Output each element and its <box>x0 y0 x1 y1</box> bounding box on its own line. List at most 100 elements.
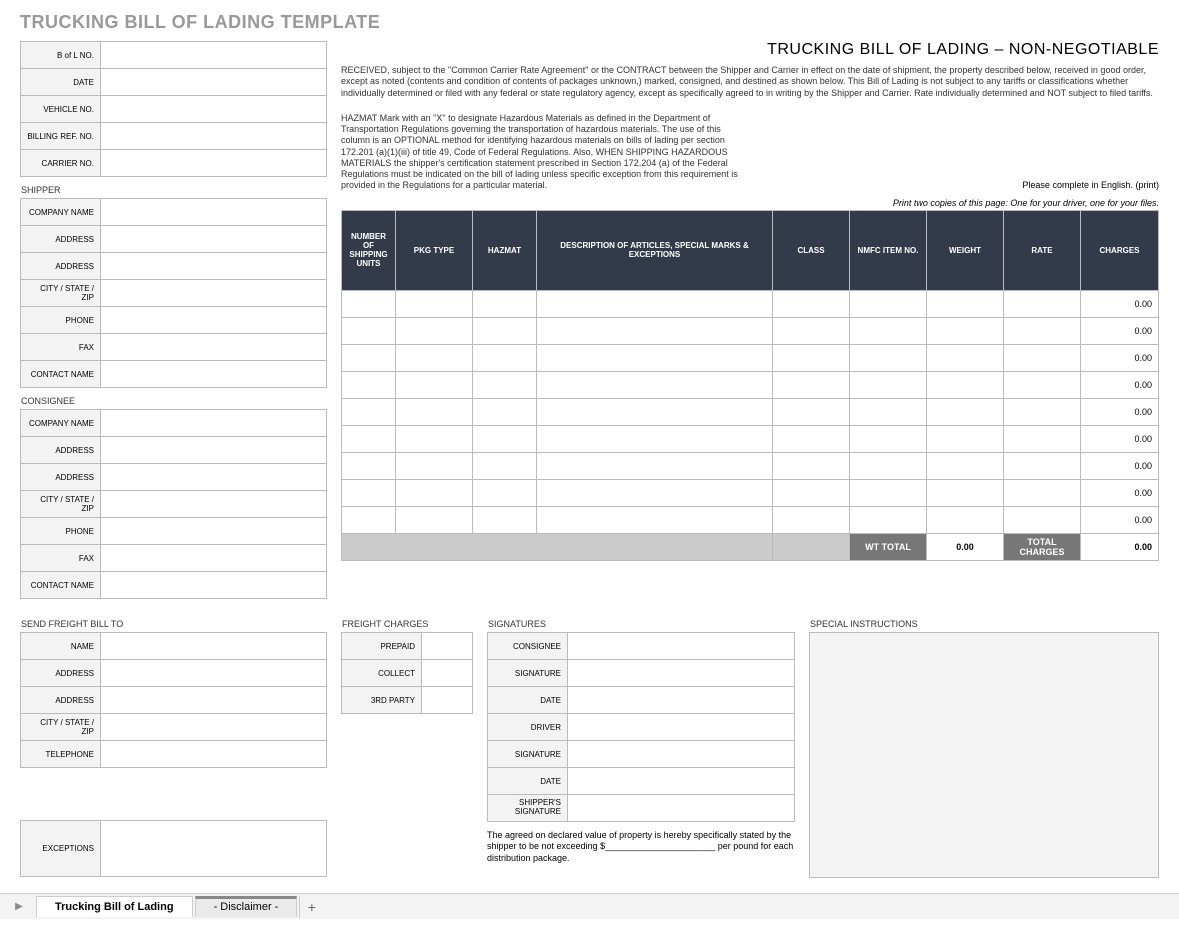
table-cell[interactable] <box>473 398 537 425</box>
tab-add-icon[interactable]: + <box>299 896 323 918</box>
table-cell[interactable] <box>342 479 396 506</box>
special-instructions-box[interactable] <box>809 632 1159 878</box>
table-cell[interactable] <box>537 371 773 398</box>
table-cell[interactable] <box>773 479 850 506</box>
table-cell[interactable] <box>927 452 1004 479</box>
table-cell[interactable] <box>537 452 773 479</box>
table-cell[interactable] <box>927 398 1004 425</box>
table-cell[interactable] <box>927 506 1004 533</box>
input-sendto-city[interactable] <box>101 714 327 741</box>
table-cell[interactable] <box>773 371 850 398</box>
input-consignee-addr1[interactable] <box>101 437 327 464</box>
table-cell[interactable] <box>850 290 927 317</box>
table-cell[interactable] <box>473 479 537 506</box>
table-cell[interactable] <box>342 398 396 425</box>
input-collect[interactable] <box>422 660 473 687</box>
input-consignee-city[interactable] <box>101 491 327 518</box>
input-shipper-contact[interactable] <box>101 361 327 388</box>
table-cell[interactable] <box>537 425 773 452</box>
input-sig-driver[interactable] <box>568 714 795 741</box>
table-cell[interactable] <box>537 290 773 317</box>
table-cell[interactable] <box>473 290 537 317</box>
table-cell[interactable] <box>850 506 927 533</box>
input-sendto-addr1[interactable] <box>101 660 327 687</box>
table-cell[interactable] <box>1004 371 1081 398</box>
table-cell[interactable] <box>396 290 473 317</box>
table-cell[interactable] <box>1004 290 1081 317</box>
input-consignee-addr2[interactable] <box>101 464 327 491</box>
table-cell[interactable] <box>1004 452 1081 479</box>
table-cell[interactable] <box>927 290 1004 317</box>
input-date[interactable] <box>101 69 327 96</box>
table-cell[interactable] <box>537 317 773 344</box>
table-cell[interactable] <box>773 452 850 479</box>
table-cell[interactable] <box>396 479 473 506</box>
input-billing[interactable] <box>101 123 327 150</box>
table-cell[interactable] <box>473 344 537 371</box>
table-cell[interactable] <box>927 344 1004 371</box>
table-cell[interactable] <box>473 452 537 479</box>
table-cell[interactable] <box>1004 317 1081 344</box>
table-cell[interactable] <box>850 452 927 479</box>
table-cell[interactable] <box>773 425 850 452</box>
table-cell[interactable] <box>396 317 473 344</box>
table-cell[interactable] <box>773 317 850 344</box>
input-carrier[interactable] <box>101 150 327 177</box>
table-cell[interactable] <box>1004 479 1081 506</box>
table-cell[interactable] <box>850 371 927 398</box>
table-cell[interactable] <box>537 398 773 425</box>
table-cell[interactable] <box>342 506 396 533</box>
input-sendto-addr2[interactable] <box>101 687 327 714</box>
table-cell[interactable] <box>927 317 1004 344</box>
input-exceptions[interactable] <box>101 821 327 877</box>
table-cell[interactable] <box>927 425 1004 452</box>
tab-bill-of-lading[interactable]: Trucking Bill of Lading <box>36 896 193 917</box>
input-sendto-name[interactable] <box>101 633 327 660</box>
input-prepaid[interactable] <box>422 633 473 660</box>
table-cell[interactable] <box>1004 506 1081 533</box>
table-cell[interactable] <box>342 290 396 317</box>
table-cell[interactable] <box>473 371 537 398</box>
input-sig-date1[interactable] <box>568 687 795 714</box>
table-cell[interactable] <box>537 506 773 533</box>
input-sig-consignee[interactable] <box>568 633 795 660</box>
table-cell[interactable] <box>773 506 850 533</box>
input-sig-shipper[interactable] <box>568 795 795 822</box>
table-cell[interactable] <box>396 452 473 479</box>
table-cell[interactable] <box>342 317 396 344</box>
table-cell[interactable] <box>342 344 396 371</box>
input-sendto-phone[interactable] <box>101 741 327 768</box>
table-cell[interactable] <box>396 398 473 425</box>
table-cell[interactable] <box>773 290 850 317</box>
table-cell[interactable] <box>1004 344 1081 371</box>
table-cell[interactable] <box>850 344 927 371</box>
table-cell[interactable] <box>473 425 537 452</box>
table-cell[interactable] <box>396 344 473 371</box>
table-cell[interactable] <box>1004 398 1081 425</box>
table-cell[interactable] <box>396 506 473 533</box>
table-cell[interactable] <box>342 371 396 398</box>
table-cell[interactable] <box>850 317 927 344</box>
table-cell[interactable] <box>927 479 1004 506</box>
input-vehicle[interactable] <box>101 96 327 123</box>
table-cell[interactable] <box>773 398 850 425</box>
table-cell[interactable] <box>537 344 773 371</box>
table-cell[interactable] <box>850 479 927 506</box>
input-bol[interactable] <box>101 42 327 69</box>
tab-disclaimer[interactable]: - Disclaimer - <box>195 896 298 917</box>
input-consignee-company[interactable] <box>101 410 327 437</box>
input-shipper-addr1[interactable] <box>101 226 327 253</box>
table-cell[interactable] <box>1004 425 1081 452</box>
table-cell[interactable] <box>396 371 473 398</box>
table-cell[interactable] <box>473 317 537 344</box>
table-cell[interactable] <box>342 452 396 479</box>
input-sig-sig2[interactable] <box>568 741 795 768</box>
table-cell[interactable] <box>396 425 473 452</box>
table-cell[interactable] <box>850 398 927 425</box>
table-cell[interactable] <box>342 425 396 452</box>
input-shipper-fax[interactable] <box>101 334 327 361</box>
table-cell[interactable] <box>927 371 1004 398</box>
input-sig-sig1[interactable] <box>568 660 795 687</box>
input-shipper-addr2[interactable] <box>101 253 327 280</box>
table-cell[interactable] <box>850 425 927 452</box>
